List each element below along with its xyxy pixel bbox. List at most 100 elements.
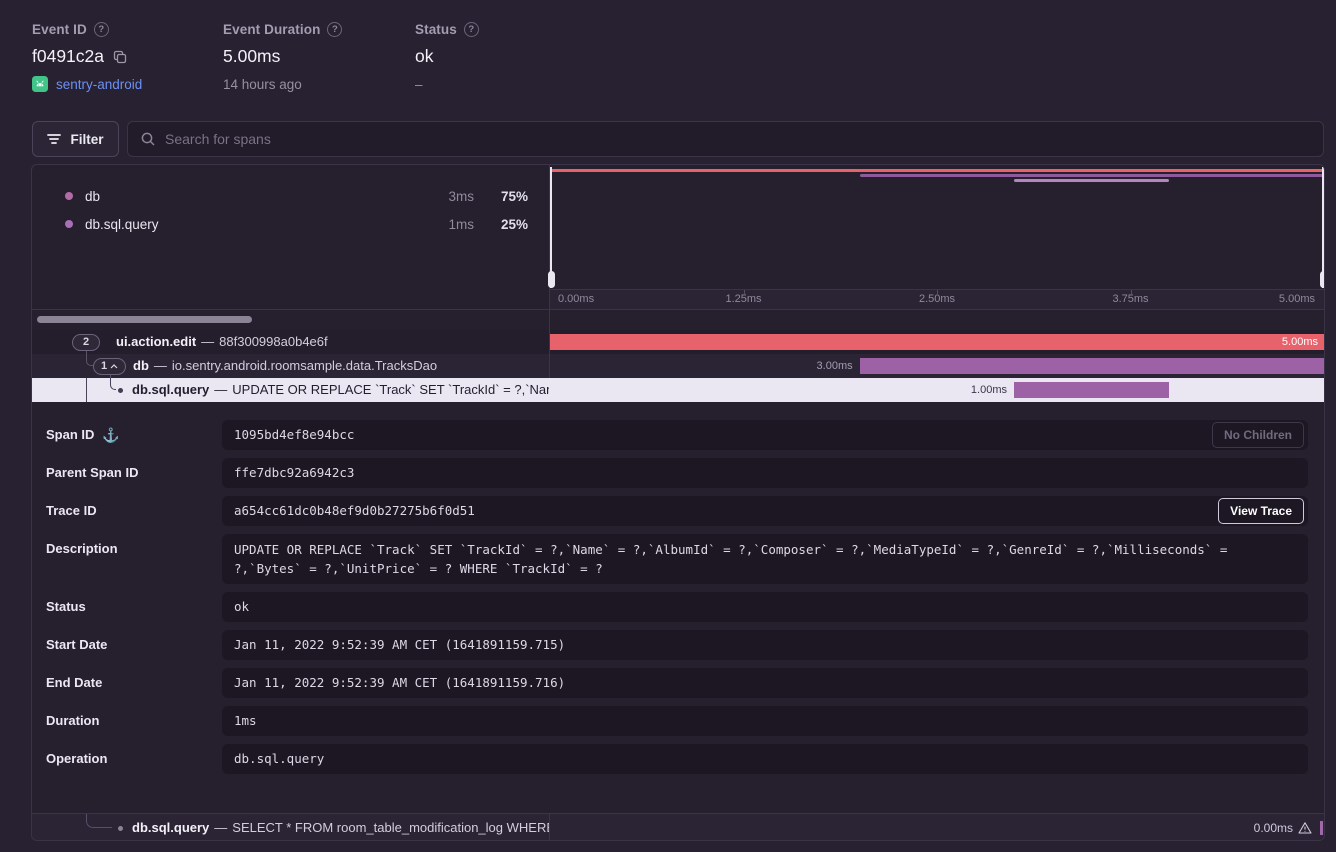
copy-icon[interactable] xyxy=(113,50,127,64)
detail-label-span-id: Span ID⚓ xyxy=(46,420,222,450)
detail-field-end-date: End DateJan 11, 2022 9:52:39 AM CET (164… xyxy=(46,668,1308,698)
detail-field-trace-id: Trace IDa654cc61dc0b48ef9d0b27275b6f0d51… xyxy=(46,496,1308,526)
span-description: 88f300998a0b4e6f xyxy=(219,334,327,349)
detail-value-end-date: Jan 11, 2022 9:52:39 AM CET (1641891159.… xyxy=(222,668,1308,698)
status-sub: – xyxy=(415,77,479,92)
search-input[interactable] xyxy=(165,131,1323,147)
event-duration-label: Event Duration xyxy=(223,22,320,37)
detail-label-description: Description xyxy=(46,534,222,584)
op-breakdown-legend: db 3ms 75% db.sql.query 1ms 25% xyxy=(32,165,549,309)
detail-value-span-id: 1095bd4ef8e94bcc xyxy=(222,420,1308,450)
event-header: Event ID ? f0491c2a xyxy=(32,22,632,102)
span-search xyxy=(127,121,1324,157)
span-row-ui-action-edit[interactable]: 2 ui.action.edit — 88f300998a0b4e6f 5.00ms xyxy=(32,330,1324,354)
span-op: db xyxy=(133,358,149,373)
no-children-button[interactable]: No Children xyxy=(1212,422,1304,448)
tree-connector xyxy=(110,378,116,390)
minimap-right-grip[interactable] xyxy=(1320,271,1326,288)
detail-value-operation: db.sql.query xyxy=(222,744,1308,774)
minimap-span-line xyxy=(550,169,1324,172)
detail-value-duration: 1ms xyxy=(222,706,1308,736)
event-duration-column: Event Duration ? 5.00ms 14 hours ago xyxy=(223,22,342,92)
help-icon[interactable]: ? xyxy=(327,22,342,37)
column-divider xyxy=(549,310,550,330)
detail-label-operation: Operation xyxy=(46,744,222,774)
legend-item-db-sql-query[interactable]: db.sql.query 1ms 25% xyxy=(65,210,528,238)
detail-field-duration: Duration1ms xyxy=(46,706,1308,736)
help-icon[interactable]: ? xyxy=(464,22,479,37)
legend-op-percent: 75% xyxy=(486,189,528,204)
zero-duration-bar xyxy=(1320,821,1323,835)
status-label: Status xyxy=(415,22,457,37)
axis-label: 5.00ms xyxy=(1279,293,1315,305)
status-column: Status ? ok – xyxy=(415,22,479,92)
separator: — xyxy=(214,820,227,835)
detail-label-start-date: Start Date xyxy=(46,630,222,660)
tree-node-dot xyxy=(118,388,123,393)
children-count-badge[interactable]: 2 xyxy=(72,334,100,351)
span-description: UPDATE OR REPLACE `Track` SET `TrackId` … xyxy=(232,382,549,397)
detail-field-start-date: Start DateJan 11, 2022 9:52:39 AM CET (1… xyxy=(46,630,1308,660)
warning-icon xyxy=(1298,821,1312,835)
span-row-db-sql-query-select[interactable]: db.sql.query — SELECT * FROM room_table_mo… xyxy=(32,813,1324,841)
event-id-value: f0491c2a xyxy=(32,46,104,67)
horizontal-scrollbar[interactable] xyxy=(37,316,252,323)
trace-panel: db 3ms 75% db.sql.query 1ms 25% xyxy=(31,164,1325,841)
span-duration-label: 0.00ms xyxy=(1254,821,1293,835)
detail-field-status: Statusok xyxy=(46,592,1308,622)
detail-label-end-date: End Date xyxy=(46,668,222,698)
legend-op-duration: 3ms xyxy=(430,189,474,204)
minimap-right-handle[interactable] xyxy=(1322,167,1324,288)
event-duration-value: 5.00ms xyxy=(223,46,280,67)
detail-label-trace-id: Trace ID xyxy=(46,496,222,526)
axis-label: 3.75ms xyxy=(1112,293,1148,305)
detail-label-status: Status xyxy=(46,592,222,622)
span-detail-page: Event ID ? f0491c2a xyxy=(0,0,1336,852)
span-row-db[interactable]: 1 db—io.sentry.android.roomsample.data.T… xyxy=(32,354,1324,378)
axis-label: 0.00ms xyxy=(558,293,594,305)
detail-field-description: DescriptionUPDATE OR REPLACE `Track` SET… xyxy=(46,534,1308,584)
event-id-label: Event ID xyxy=(32,22,87,37)
span-details: Span ID⚓1095bd4ef8e94bccNo Children Paren… xyxy=(32,402,1324,813)
detail-value-trace-id: a654cc61dc0b48ef9d0b27275b6f0d51 xyxy=(222,496,1308,526)
span-op: ui.action.edit xyxy=(116,334,196,349)
span-duration-bar[interactable]: 5.00ms xyxy=(550,334,1324,350)
detail-field-span-id: Span ID⚓1095bd4ef8e94bccNo Children xyxy=(46,420,1308,450)
minimap-left-grip[interactable] xyxy=(548,271,555,288)
legend-dot xyxy=(65,220,73,228)
detail-value-parent-span-id: ffe7dbc92a6942c3 xyxy=(222,458,1308,488)
search-icon xyxy=(140,131,156,147)
help-icon[interactable]: ? xyxy=(94,22,109,37)
anchor-icon[interactable]: ⚓ xyxy=(102,420,119,450)
detail-label-parent-span-id: Parent Span ID xyxy=(46,458,222,488)
android-platform-icon xyxy=(32,76,48,92)
minimap-left-handle[interactable] xyxy=(550,167,552,288)
event-age: 14 hours ago xyxy=(223,77,342,92)
separator: — xyxy=(201,334,214,349)
children-count-badge[interactable]: 1 xyxy=(93,358,126,375)
span-row-db-sql-query-selected[interactable]: db.sql.query—UPDATE OR REPLACE `Track` S… xyxy=(32,378,1324,402)
detail-field-operation: Operationdb.sql.query xyxy=(46,744,1308,774)
detail-value-status: ok xyxy=(222,592,1308,622)
tree-connector xyxy=(86,814,112,828)
chevron-up-icon xyxy=(110,364,118,369)
tree-node-dot xyxy=(118,826,123,831)
legend-op-percent: 25% xyxy=(486,217,528,232)
legend-item-db[interactable]: db 3ms 75% xyxy=(65,182,528,210)
span-op: db.sql.query xyxy=(132,820,209,835)
span-duration-bar[interactable] xyxy=(860,358,1324,374)
filter-button[interactable]: Filter xyxy=(32,121,119,157)
view-trace-button[interactable]: View Trace xyxy=(1218,498,1304,524)
span-duration-bar[interactable] xyxy=(1014,382,1169,398)
trace-minimap[interactable] xyxy=(549,165,1324,289)
separator: — xyxy=(214,382,227,397)
axis-label: 2.50ms xyxy=(919,293,955,305)
axis-label: 1.25ms xyxy=(725,293,761,305)
span-description: SELECT * FROM room_table_modification_lo… xyxy=(232,820,549,835)
span-duration-label: 3.00ms xyxy=(817,354,853,378)
legend-op-name: db xyxy=(85,189,418,204)
separator: — xyxy=(154,358,167,373)
tree-connector xyxy=(86,354,93,366)
span-duration-label: 5.00ms xyxy=(1282,334,1318,350)
project-link[interactable]: sentry-android xyxy=(32,76,142,92)
